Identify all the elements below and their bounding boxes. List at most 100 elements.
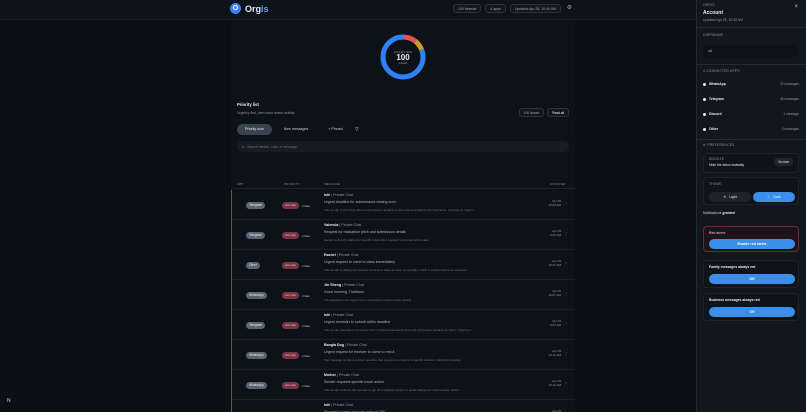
table-row[interactable]: Telegram Act now • New Valencia | Private C… [231,220,575,250]
panel-title: Account [703,10,723,16]
header-updated: UPDATED [550,182,566,186]
theme-light-button[interactable]: ☀ Light [709,192,751,202]
search-bar: ⌕ [237,141,569,152]
table-row[interactable]: WhatsApp Act now • New Jin Sheng | Private … [231,280,575,310]
updated-cell: Apr 25 10:27 AM [543,259,561,267]
row-menu-icon[interactable]: ⋮ [564,381,568,386]
message-cell: Jin Sheng | Private Chat Good morning, Th… [324,283,534,302]
updated-cell: Apr 25 10:00 AM [543,199,561,207]
business-red-title: Business messages always red [709,298,760,302]
message-summary: The sender requests to remember the 5 mi… [324,328,474,332]
message-summary: Sender is directly asking for specific i… [324,238,430,242]
app-name-label: Discord [709,112,722,116]
message-title: Urgent deadline for submissions closing … [324,200,397,204]
snooze-text: Hide the inbox instantly [709,163,745,167]
overview-sub: threads [398,61,408,65]
message-table: Telegram Act now • New Ishi | Private Chat U… [231,190,575,412]
app-name: Orgis [245,4,269,14]
updated-cell: Apr 25 10:11 AM [543,349,561,357]
logo-icon: O [230,3,241,14]
search-input[interactable] [247,144,548,149]
priority-badge: Act now [282,322,299,329]
header-message: MESSAGE [324,182,341,186]
row-menu-icon[interactable]: ⋮ [564,351,568,356]
updated-time: 10:07 AM [548,293,561,297]
table-row[interactable]: TelegramAct now• NewIshi | Private ChatR… [231,400,575,412]
updated-cell: Apr 25 9:00 AM [543,229,561,237]
row-menu-icon[interactable]: ⋮ [564,231,568,236]
status-dot-icon [703,97,706,101]
search-icon: ⌕ [242,144,245,149]
filter-pinned-label: Pinned [331,127,343,131]
read-all-button[interactable]: Read all [547,108,569,117]
message-title: Urgent request to come to class immediat… [324,260,395,264]
priority-badge: Act now [282,232,299,239]
app-badge: WhatsApp [246,352,267,359]
enable-red-alerts-button[interactable]: Enable red alerts [709,239,795,249]
message-summary: The sender is asking the receiver to com… [324,268,469,272]
overview-value: 100 [396,52,410,62]
priority-cell: Act now • New [282,322,310,329]
theme-label: THEME [709,182,722,186]
updated-cell: Apr 25 9:07 AM [543,319,561,327]
chat-type: Private Chat [346,343,367,347]
top-chips: 100 threads 4 apps Updated Apr 25, 10:40… [452,4,574,13]
filter-new-messages[interactable]: New messages [276,124,317,135]
table-row[interactable]: Other Act now • New Rachel | Private Chat Ur… [231,250,575,280]
chat-type: Private Chat [333,193,353,197]
connected-app-discord: Discord 1 message [703,108,799,120]
apps-count-chip: 4 apps [485,4,506,13]
updated-time: 10:27 AM [548,263,561,267]
new-indicator: • New [301,323,310,328]
family-red-box: Family messages always red Off [703,260,799,288]
priority-list-actions: 100 shown Read all [518,108,569,117]
message-cell: Mother | Private Chat Sender requests spe… [324,373,534,392]
message-sender: Rachel | Private Chat [324,253,534,258]
message-title: Good morning, Thaitham [324,290,364,294]
theme-dark-label: Dark [773,195,781,199]
table-row[interactable]: WhatsApp Act now • New Mother | Private Cha… [231,370,575,400]
row-menu-icon[interactable]: ⋮ [564,261,568,266]
updated-chip: Updated Apr 25, 10:40 AM [509,4,561,13]
close-icon[interactable]: × [794,4,798,10]
theme-dark-button[interactable]: ☾ Dark [753,192,795,202]
new-indicator: • New [301,383,310,388]
snooze-box: SNOOZE Hide the inbox instantly Snooze [703,153,799,173]
status-dot-icon [703,127,706,131]
table-row[interactable]: WhatsApp Act now • New Bangla Dog | Private… [231,340,575,370]
message-title: Urgent reminder to submit within deadlin… [324,320,391,324]
theme-light-label: Light [729,195,737,199]
table-row[interactable]: Telegram Act now • New Ishi | Private Chat U… [231,190,575,220]
row-menu-icon[interactable]: ⋮ [564,291,568,296]
snooze-button[interactable]: Snooze [774,158,793,166]
shown-count-button[interactable]: 100 shown [518,108,545,117]
chat-type: Private Chat [338,373,359,377]
settings-gear-icon[interactable]: ⚙ [565,4,574,13]
filter-pinned[interactable]: ⌖ Pinned [320,124,350,135]
row-menu-icon[interactable]: ⋮ [564,201,568,206]
status-dot-icon [703,82,706,86]
sender-name: Jin Sheng [324,283,342,287]
connected-apps-label: 4 CONNECTED APPS [703,69,740,73]
threads-count-chip: 100 threads [452,4,482,13]
app-badge: WhatsApp [246,382,267,389]
username-field[interactable]: cd [703,45,798,57]
message-cell: Ishi | Private Chat Urgent deadline for s… [324,193,534,212]
filter-funnel-icon[interactable]: ⛛ [355,127,359,133]
notifications-value: granted [722,211,735,215]
table-row[interactable]: Telegram Act now • New Ishi | Private Chat U… [231,310,575,340]
divider [697,27,806,28]
family-red-toggle[interactable]: Off [709,274,795,284]
corner-badge-icon[interactable]: N [7,398,11,404]
app-name-label: Telegram [709,97,724,101]
filter-priority-now[interactable]: Priority now [237,124,272,135]
business-red-toggle[interactable]: Off [709,307,795,317]
preferences-label-text: PREFERENCES [707,143,735,147]
row-menu-icon[interactable]: ⋮ [564,321,568,326]
connected-app-whatsapp: WhatsApp 32 messages [703,78,799,90]
new-indicator: • New [301,353,310,358]
red-alerts-title: Red alerts [709,231,726,235]
app-name-accent: is [261,3,269,14]
preferences-label: ⚙ PREFERENCES [703,143,735,147]
message-title: Urgent request for receiver to come to r… [324,350,395,354]
